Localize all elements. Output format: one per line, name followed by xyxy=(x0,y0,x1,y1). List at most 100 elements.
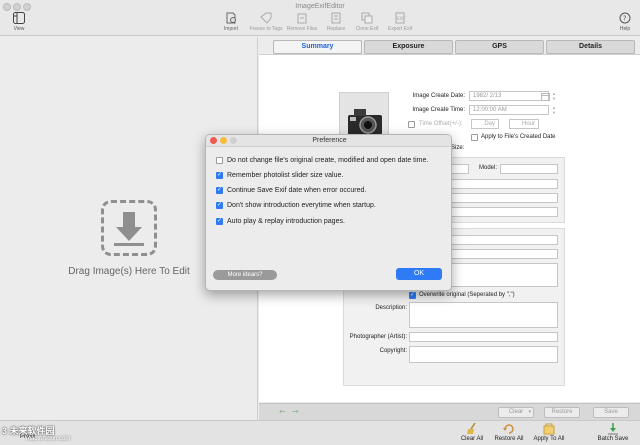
restore-button[interactable]: Restore xyxy=(544,407,580,418)
pref-option-label: Don't show introduction everytime when s… xyxy=(227,202,376,209)
copyright-field[interactable] xyxy=(409,346,558,363)
tag-icon xyxy=(260,12,272,24)
tab-exposure[interactable]: Exposure xyxy=(364,40,453,54)
help-button[interactable]: ? Help xyxy=(612,12,638,32)
image-create-time-field[interactable]: 12:00:00 AM xyxy=(469,105,549,115)
save-button[interactable]: Save xyxy=(593,407,629,418)
replace-label: Replace xyxy=(326,26,346,32)
pref-checkbox[interactable] xyxy=(216,201,223,209)
download-icon xyxy=(608,423,618,435)
import-label: Import xyxy=(223,26,239,32)
image-create-date-label: Image Create Date: xyxy=(412,93,465,99)
subject-field[interactable] xyxy=(451,249,558,259)
ok-button[interactable]: OK xyxy=(396,268,442,280)
dialog-zoom-button[interactable] xyxy=(230,137,237,144)
keywords-field[interactable] xyxy=(451,263,558,287)
sidebar-icon xyxy=(13,12,25,24)
time-stepper[interactable]: ▲ ▼ xyxy=(552,105,557,115)
tab-summary[interactable]: Summary xyxy=(273,40,362,54)
pref-option-label: Do not change file's original create, mo… xyxy=(227,157,429,164)
time-offset-label: Time Offset(+/-): xyxy=(419,121,463,127)
clear-all-button[interactable]: Clear All xyxy=(455,423,489,442)
clear-all-label: Clear All xyxy=(460,436,484,442)
chevron-down-icon: ▾ xyxy=(528,409,531,415)
date-stepper[interactable]: ▲ ▼ xyxy=(552,91,557,101)
restore-all-button[interactable]: Restore All xyxy=(490,423,528,442)
preference-dialog: Preference Do not change file's original… xyxy=(205,134,452,291)
apply-created-date-checkbox[interactable] xyxy=(471,134,478,141)
svg-text:EXIF: EXIF xyxy=(397,16,406,21)
restore-icon xyxy=(503,424,514,434)
apply-all-icon xyxy=(543,423,555,435)
view-button[interactable]: View xyxy=(2,12,36,32)
lens-field[interactable] xyxy=(451,179,558,189)
drop-target[interactable] xyxy=(101,200,157,256)
dialog-title: Preference xyxy=(206,135,451,147)
svg-text:?: ? xyxy=(623,15,627,23)
pref-option-label: Remember photolist slider size value. xyxy=(227,172,344,179)
title-field[interactable] xyxy=(451,235,558,245)
download-arrow-icon xyxy=(114,212,144,246)
clone-icon xyxy=(361,12,373,24)
description-label: Description: xyxy=(375,305,407,311)
dialog-close-button[interactable] xyxy=(210,137,217,144)
batch-save-label: Batch Save xyxy=(597,436,629,442)
broom-icon xyxy=(467,423,476,434)
remove-files-icon xyxy=(297,13,307,24)
export-exif-button[interactable]: EXIF Export Exif xyxy=(384,12,416,32)
watermark-url: mac.orsoon.com xyxy=(26,436,71,442)
calendar-icon[interactable] xyxy=(541,92,550,101)
replace-icon xyxy=(331,12,341,24)
clone-exif-button[interactable]: Clone Exif xyxy=(352,12,382,32)
export-exif-label: Export Exif xyxy=(387,26,413,32)
overwrite-original-label: Overwrite original (Seperated by ",") xyxy=(419,292,515,298)
software-field[interactable] xyxy=(451,193,558,203)
image-create-date-field[interactable]: 1982/ 2/13 xyxy=(469,91,549,101)
dialog-minimize-button[interactable] xyxy=(220,137,227,144)
restore-all-label: Restore All xyxy=(494,436,524,442)
pref-checkbox[interactable] xyxy=(216,186,223,194)
pref-checkbox[interactable] xyxy=(216,217,223,225)
copyright-label: Copyright: xyxy=(379,348,407,354)
pref-checkbox[interactable] xyxy=(216,157,223,164)
remove-files-button[interactable]: Remove Files xyxy=(285,12,319,32)
tab-bar: Summary Exposure GPS Details xyxy=(273,40,635,54)
freeze-tags-button[interactable]: Freeze to Tags xyxy=(249,12,283,32)
apply-created-date-label: Apply to File's Created Date xyxy=(481,134,556,140)
clone-exif-label: Clone Exif xyxy=(355,26,379,32)
hour-offset-field[interactable]: Hour xyxy=(509,119,539,129)
apply-to-all-label: Apply To All xyxy=(533,436,565,442)
item-control-strip: ← → Clear ▾ Restore Save xyxy=(259,403,640,420)
clear-button[interactable]: Clear ▾ xyxy=(498,407,534,418)
view-label: View xyxy=(13,26,25,32)
batch-save-button[interactable]: Batch Save xyxy=(593,423,633,442)
replace-button[interactable]: Replace xyxy=(324,12,348,32)
description-field[interactable] xyxy=(409,302,558,328)
image-create-time-label: Image Create Time: xyxy=(412,107,465,113)
photographer-field[interactable] xyxy=(409,332,558,342)
model-field[interactable] xyxy=(500,164,558,174)
time-offset-checkbox[interactable] xyxy=(408,121,415,128)
freeze-tags-label: Freeze to Tags xyxy=(249,26,283,32)
tab-gps[interactable]: GPS xyxy=(455,40,544,54)
next-arrow-icon[interactable]: → xyxy=(292,407,299,416)
photographer-label: Photographer (Artist): xyxy=(349,334,407,340)
clear-label: Clear xyxy=(508,409,524,415)
overwrite-original-checkbox[interactable] xyxy=(409,291,416,299)
size-label: Size: xyxy=(451,145,465,151)
more-ideas-button[interactable]: More idears? xyxy=(213,270,277,280)
import-button[interactable]: Import xyxy=(214,12,248,32)
window-title: ImageExifEditor xyxy=(295,3,345,10)
apply-to-all-button[interactable]: Apply To All xyxy=(529,423,569,442)
help-label: Help xyxy=(619,26,631,32)
prev-arrow-icon[interactable]: ← xyxy=(279,407,286,416)
title-bar: ImageExifEditor View Import Freeze to Ta… xyxy=(0,0,640,36)
day-offset-field[interactable]: Day xyxy=(471,119,499,129)
pref-option-label: Auto play & replay introduction pages. xyxy=(227,218,345,225)
export-icon: EXIF xyxy=(395,12,406,24)
pref-option-label: Continue Save Exif date when error occur… xyxy=(227,187,367,194)
pref-checkbox[interactable] xyxy=(216,171,223,179)
tab-details[interactable]: Details xyxy=(546,40,635,54)
serial-field[interactable] xyxy=(451,207,558,217)
help-icon: ? xyxy=(619,12,631,24)
